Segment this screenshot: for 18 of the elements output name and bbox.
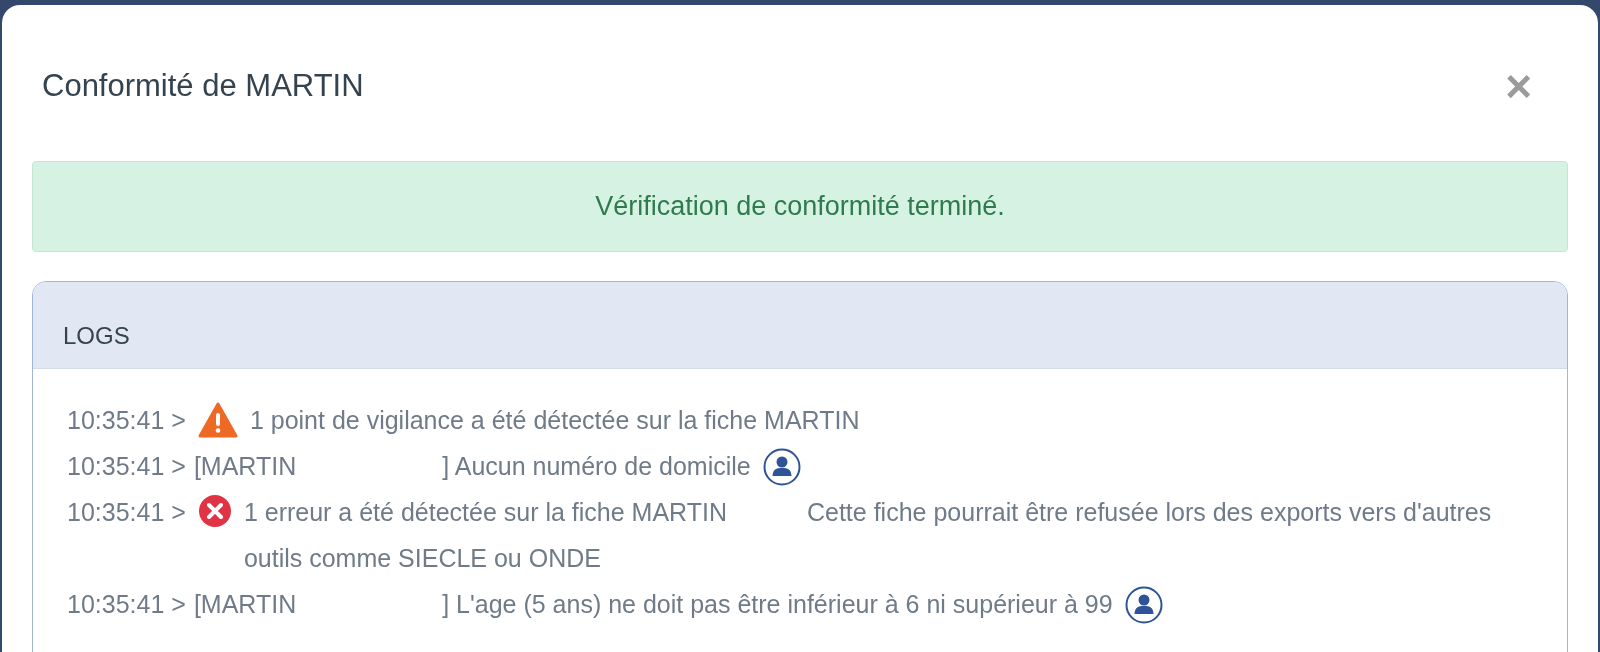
log-time: 10:35:41 >	[67, 404, 186, 436]
record-name: [MARTIN	[193, 588, 297, 620]
error-icon	[197, 493, 232, 528]
success-alert: Vérification de conformité terminé.	[32, 161, 1568, 252]
log-message: ] L'age (5 ans) ne doit pas être inférieur à 6 ni supérieur à 99	[442, 588, 1113, 620]
modal-title: Conformité de MARTIN	[42, 67, 364, 105]
record-name: [MARTIN	[193, 450, 297, 482]
log-message: ] Aucun numéro de domicile	[442, 450, 751, 482]
log-message: 1 erreur a été détectée sur la fiche MARTIN Cette fiche pourrait être refusée lors des exports vers d'autres outils comme SIECLE ou ONDE	[243, 496, 1493, 574]
log-time: 10:35:41 >	[67, 450, 186, 482]
user-icon[interactable]	[1124, 585, 1163, 624]
log-time: 10:35:41 >	[67, 496, 186, 528]
close-button[interactable]: ×	[1497, 63, 1540, 109]
panel-title: LOGS	[63, 321, 130, 349]
log-message: 1 point de vigilance a été détectée sur la fiche MARTIN	[249, 404, 860, 436]
user-icon[interactable]	[762, 447, 801, 486]
warning-icon	[197, 401, 238, 438]
log-time: 10:35:41 >	[67, 588, 186, 620]
